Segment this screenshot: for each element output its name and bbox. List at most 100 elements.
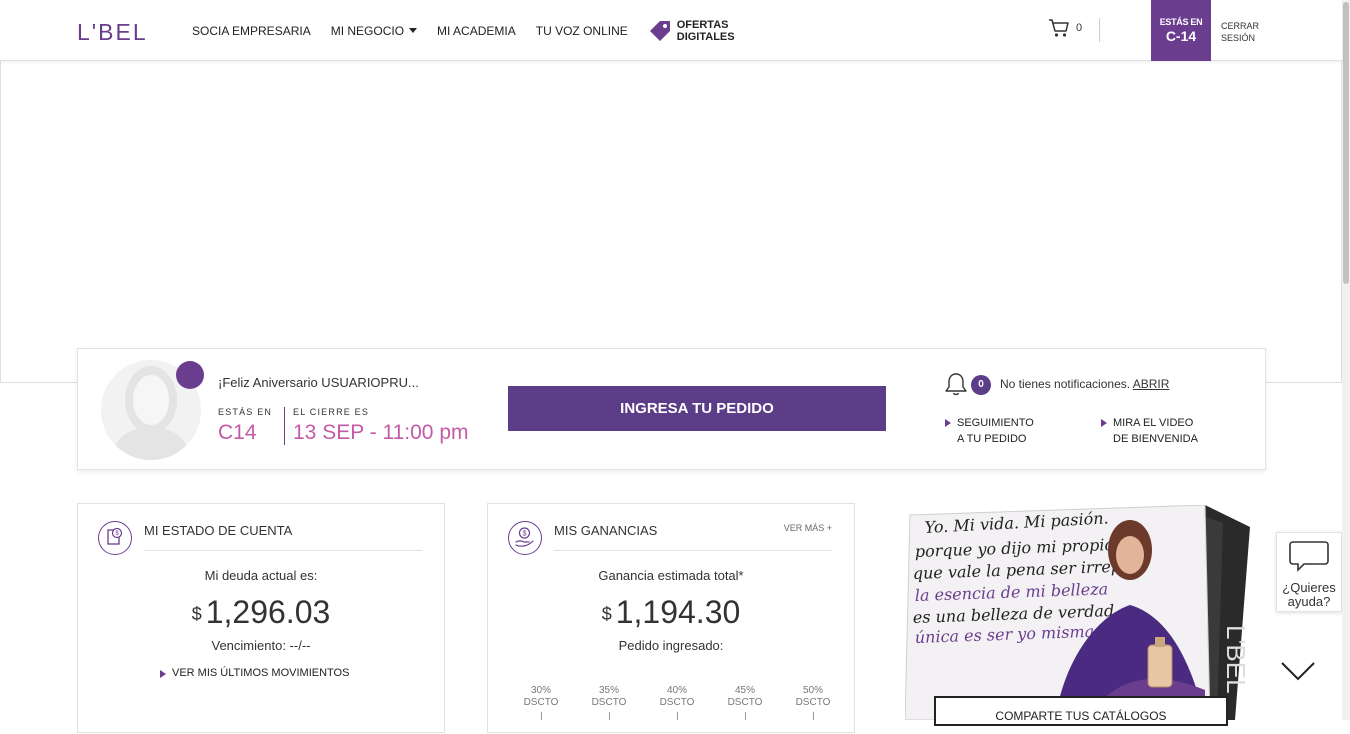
play-arrow-icon bbox=[160, 670, 166, 678]
brand-logo[interactable]: L'BEL bbox=[77, 19, 148, 46]
earnings-amount: $1,194.30 bbox=[488, 594, 854, 631]
video-line1: MIRA EL VIDEO bbox=[1113, 417, 1194, 429]
movimientos-label: VER MIS ÚLTIMOS MOVIMIENTOS bbox=[172, 667, 350, 679]
notification-status: No tienes notificaciones. ABRIR bbox=[1000, 377, 1169, 391]
help-line2: ayuda? bbox=[1287, 594, 1331, 609]
nav-ofertas-line2: DIGITALES bbox=[676, 30, 735, 43]
discount-tier: 30% DSCTO bbox=[514, 685, 568, 720]
earnings-icon: $ bbox=[508, 521, 542, 555]
page-scrollbar-thumb[interactable] bbox=[1343, 2, 1349, 284]
profile-divider bbox=[284, 407, 285, 445]
pedido-ingresado-label: Pedido ingresado: bbox=[618, 638, 724, 653]
cierre-label: EL CIERRE ES bbox=[293, 407, 370, 417]
nav-ofertas-line1: OFERTAS bbox=[676, 18, 729, 31]
campaign-indicator: ESTÁS EN C-14 bbox=[1151, 0, 1211, 61]
notification-text: No tienes notificaciones. bbox=[1000, 377, 1131, 391]
ganancias-title: MIS GANANCIAS bbox=[554, 523, 658, 538]
estas-en-label: ESTÁS EN bbox=[218, 407, 273, 417]
ganancias-card: $ MIS GANANCIAS VER MÁS + Ganancia estim… bbox=[487, 503, 855, 733]
account-statement-icon: $ bbox=[98, 521, 132, 555]
discount-tier: 50% DSCTO bbox=[786, 685, 840, 720]
nav-negocio-label: MI NEGOCIO bbox=[330, 23, 405, 38]
card-divider bbox=[144, 550, 422, 551]
discount-label: DSCTO bbox=[591, 697, 627, 708]
catalog-promo-image[interactable]: Yo. Mi vida. Mi pasión. porque yo dijo m… bbox=[905, 505, 1255, 720]
discount-pct: 45% bbox=[734, 685, 755, 696]
tag-icon bbox=[649, 20, 670, 41]
cart-button[interactable]: 0 bbox=[1048, 18, 1082, 38]
bell-icon[interactable] bbox=[943, 371, 969, 397]
discount-pct: 35% bbox=[598, 685, 619, 696]
debt-label: Mi deuda actual es: bbox=[204, 568, 318, 583]
help-label: ¿Quieres ayuda? bbox=[1277, 581, 1341, 609]
discount-label: DSCTO bbox=[523, 697, 559, 708]
video-line2: DE BIENVENIDA bbox=[1113, 433, 1198, 445]
nav-mi-negocio[interactable]: MI NEGOCIO bbox=[330, 23, 418, 38]
avatar-status-badge bbox=[176, 361, 204, 389]
seguimiento-pedido-link[interactable]: SEGUIMIENTO A TU PEDIDO bbox=[945, 415, 1034, 447]
seguimiento-line1: SEGUIMIENTO bbox=[957, 417, 1034, 429]
due-date: Vencimiento: --/-- bbox=[211, 638, 311, 653]
nav-socia-empresaria[interactable]: SOCIA EMPRESARIA bbox=[192, 24, 311, 38]
discount-tier: 35% DSCTO bbox=[582, 685, 636, 720]
discount-label: DSCTO bbox=[727, 697, 763, 708]
ultimos-movimientos-link[interactable]: VER MIS ÚLTIMOS MOVIMIENTOS bbox=[160, 667, 349, 679]
discount-tick bbox=[812, 712, 814, 720]
cart-count: 0 bbox=[1076, 22, 1083, 34]
catalog-cover-letters: L'BEL bbox=[1221, 625, 1251, 694]
discount-tier: 45% DSCTO bbox=[718, 685, 772, 720]
top-header: L'BEL SOCIA EMPRESARIA MI NEGOCIO MI ACA… bbox=[0, 0, 1342, 61]
debt-currency: $ bbox=[191, 604, 202, 625]
current-campaign: C14 bbox=[218, 421, 257, 444]
nav-tu-voz-online[interactable]: TU VOZ ONLINE bbox=[536, 24, 628, 38]
scroll-down-chevron-icon[interactable] bbox=[1280, 660, 1316, 682]
debt-value: 1,296.03 bbox=[205, 594, 331, 630]
discount-pct: 40% bbox=[666, 685, 687, 696]
ver-mas-link[interactable]: VER MÁS + bbox=[784, 523, 832, 533]
main-nav: SOCIA EMPRESARIA MI NEGOCIO MI ACADEMIA … bbox=[192, 0, 755, 61]
notification-count-badge: 0 bbox=[971, 375, 991, 395]
estado-cuenta-title: MI ESTADO DE CUENTA bbox=[144, 523, 293, 538]
campaign-label: ESTÁS EN bbox=[1159, 17, 1203, 27]
ingresa-pedido-button[interactable]: INGRESA TU PEDIDO bbox=[508, 386, 886, 431]
nav-ofertas-label: OFERTAS DIGITALES bbox=[677, 19, 735, 43]
comparte-catalogos-button[interactable]: COMPARTE TUS CATÁLOGOS bbox=[934, 696, 1228, 726]
earnings-value: 1,194.30 bbox=[615, 594, 741, 630]
discount-scale: 30% DSCTO 35% DSCTO 40% DSCTO 45% DSCTO 50% D… bbox=[514, 685, 840, 720]
chevron-down-icon bbox=[409, 28, 418, 33]
notification-open-link[interactable]: ABRIR bbox=[1133, 377, 1170, 391]
nav-voz-label: TU VOZ ONLINE bbox=[535, 23, 628, 38]
cierre-date: 13 SEP - 11:00 pm bbox=[293, 421, 469, 444]
discount-label: DSCTO bbox=[659, 697, 695, 708]
earnings-estimate-label: Ganancia estimada total* bbox=[598, 568, 744, 583]
earnings-currency: $ bbox=[601, 604, 612, 625]
chat-bubble-icon bbox=[1289, 541, 1329, 572]
discount-label: DSCTO bbox=[795, 697, 831, 708]
discount-tick bbox=[676, 712, 678, 720]
discount-pct: 30% bbox=[530, 685, 551, 696]
help-chat-widget[interactable]: ¿Quieres ayuda? bbox=[1276, 532, 1342, 612]
profile-summary-card: ¡Feliz Aniversario USUARIOPRU... ESTÁS E… bbox=[77, 348, 1266, 470]
hero-banner bbox=[0, 61, 1342, 387]
greeting-text: ¡Feliz Aniversario USUARIOPRU... bbox=[218, 375, 419, 390]
document-dollar-icon: $ bbox=[107, 527, 123, 545]
nav-socia-label: SOCIA EMPRESARIA bbox=[192, 23, 311, 38]
logout-line1: CERRAR bbox=[1221, 21, 1260, 31]
logout-link[interactable]: CERRAR SESIÓN bbox=[1221, 20, 1259, 44]
play-arrow-icon bbox=[1101, 419, 1107, 427]
discount-tick bbox=[540, 712, 542, 720]
discount-tick bbox=[608, 712, 610, 720]
hand-coin-icon: $ bbox=[515, 527, 534, 547]
nav-ofertas-digitales[interactable]: OFERTAS DIGITALES bbox=[648, 19, 735, 43]
card-divider bbox=[554, 550, 832, 551]
video-bienvenida-link[interactable]: MIRA EL VIDEO DE BIENVENIDA bbox=[1101, 415, 1198, 447]
cart-icon bbox=[1049, 19, 1069, 37]
svg-text:$: $ bbox=[523, 531, 527, 538]
seguimiento-line2: A TU PEDIDO bbox=[957, 433, 1027, 445]
help-line1: ¿Quieres bbox=[1282, 580, 1336, 595]
nav-mi-academia[interactable]: MI ACADEMIA bbox=[437, 24, 516, 38]
campaign-value: C-14 bbox=[1165, 28, 1197, 44]
discount-pct: 50% bbox=[802, 685, 823, 696]
header-divider bbox=[1099, 18, 1100, 42]
logout-line2: SESIÓN bbox=[1221, 33, 1256, 43]
